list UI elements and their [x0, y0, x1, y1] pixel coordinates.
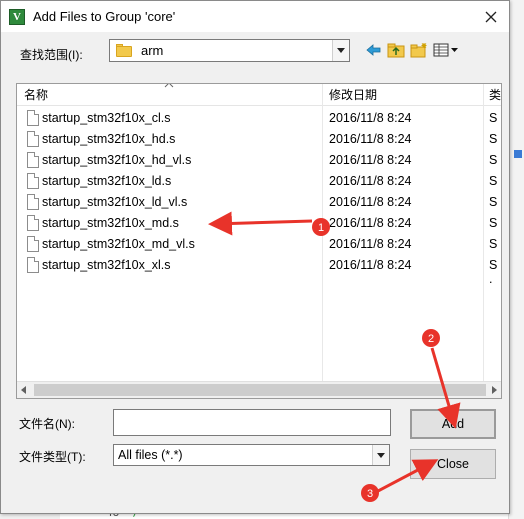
file-row[interactable]: startup_stm32f10x_md.s 2016/11/8 8:24 S .	[17, 213, 501, 244]
file-icon	[27, 110, 39, 126]
file-icon	[27, 215, 39, 231]
chevron-down-icon[interactable]	[372, 445, 389, 465]
back-arrow-icon	[366, 44, 381, 56]
sort-ascending-icon	[164, 84, 174, 92]
up-folder-icon	[387, 43, 405, 58]
file-icon	[27, 236, 39, 252]
file-icon	[27, 257, 39, 273]
file-name: startup_stm32f10x_md_vl.s	[42, 237, 195, 251]
close-icon[interactable]	[475, 1, 507, 32]
folder-icon	[116, 44, 132, 57]
background-marker	[514, 150, 522, 158]
look-in-label: 查找范围(I):	[20, 48, 83, 62]
file-row[interactable]: startup_stm32f10x_xl.s 2016/11/8 8:24 S .	[17, 255, 501, 286]
scroll-left-icon[interactable]	[21, 386, 26, 394]
file-name: startup_stm32f10x_ld_vl.s	[42, 195, 188, 209]
file-date: 2016/11/8 8:24	[329, 195, 412, 209]
file-icon	[27, 194, 39, 210]
file-name: startup_stm32f10x_hd_vl.s	[42, 153, 192, 167]
filetype-value: All files (*.*)	[118, 448, 183, 462]
file-date: 2016/11/8 8:24	[329, 132, 412, 146]
chevron-down-icon[interactable]	[332, 40, 349, 61]
file-list[interactable]: 名称 修改日期 类 startup_stm32f10x_cl.s 2016/11/…	[16, 83, 502, 399]
file-type: S .	[489, 258, 498, 286]
file-row[interactable]: startup_stm32f10x_cl.s 2016/11/8 8:24 S .	[17, 108, 501, 139]
app-icon: V	[9, 8, 25, 25]
file-row[interactable]: startup_stm32f10x_ld_vl.s 2016/11/8 8:24 S…	[17, 192, 501, 223]
file-icon	[27, 152, 39, 168]
file-date: 2016/11/8 8:24	[329, 216, 412, 230]
add-files-dialog: V Add Files to Group 'core' 查找范围(I): arm…	[0, 0, 510, 514]
up-folder-button[interactable]	[385, 40, 407, 60]
file-name: startup_stm32f10x_hd.s	[42, 132, 176, 146]
back-arrow-button[interactable]	[363, 40, 385, 60]
file-name: startup_stm32f10x_md.s	[42, 216, 179, 230]
filename-label: 文件名(N):	[19, 417, 75, 431]
file-icon	[27, 173, 39, 189]
filetype-label: 文件类型(T):	[19, 450, 86, 464]
file-name: startup_stm32f10x_xl.s	[42, 258, 171, 272]
horizontal-scrollbar[interactable]	[17, 381, 501, 398]
view-menu-button[interactable]	[431, 40, 461, 60]
file-date: 2016/11/8 8:24	[329, 174, 412, 188]
file-row[interactable]: startup_stm32f10x_hd_vl.s 2016/11/8 8:24 S…	[17, 150, 501, 181]
file-name: startup_stm32f10x_ld.s	[42, 174, 172, 188]
file-date: 2016/11/8 8:24	[329, 111, 412, 125]
background-editor-strip	[508, 0, 524, 519]
dialog-title: Add Files to Group 'core'	[33, 9, 176, 24]
close-button[interactable]: Close	[410, 449, 496, 479]
scrollbar-thumb[interactable]	[34, 384, 486, 396]
look-in-combo[interactable]: arm	[109, 39, 350, 62]
add-button[interactable]: Add	[410, 409, 496, 439]
filename-input[interactable]	[113, 409, 391, 436]
filetype-select[interactable]: All files (*.*)	[113, 444, 390, 466]
file-date: 2016/11/8 8:24	[329, 258, 412, 272]
file-date: 2016/11/8 8:24	[329, 153, 412, 167]
scroll-right-icon[interactable]	[492, 386, 497, 394]
title-bar[interactable]: V Add Files to Group 'core'	[1, 1, 509, 32]
file-row[interactable]: startup_stm32f10x_md_vl.s 2016/11/8 8:24 S…	[17, 234, 501, 265]
view-menu-icon	[433, 43, 458, 57]
file-row[interactable]: startup_stm32f10x_ld.s 2016/11/8 8:24 S .	[17, 171, 501, 202]
new-folder-button[interactable]	[408, 40, 430, 60]
file-icon	[27, 131, 39, 147]
column-header-date[interactable]: 修改日期	[324, 84, 484, 106]
file-date: 2016/11/8 8:24	[329, 237, 412, 251]
look-in-value: arm	[141, 43, 164, 58]
file-name: startup_stm32f10x_cl.s	[42, 111, 171, 125]
column-header-type[interactable]: 类	[484, 84, 501, 106]
list-header: 名称 修改日期 类	[17, 84, 501, 106]
file-row[interactable]: startup_stm32f10x_hd.s 2016/11/8 8:24 S .	[17, 129, 501, 160]
new-folder-icon	[410, 43, 427, 58]
